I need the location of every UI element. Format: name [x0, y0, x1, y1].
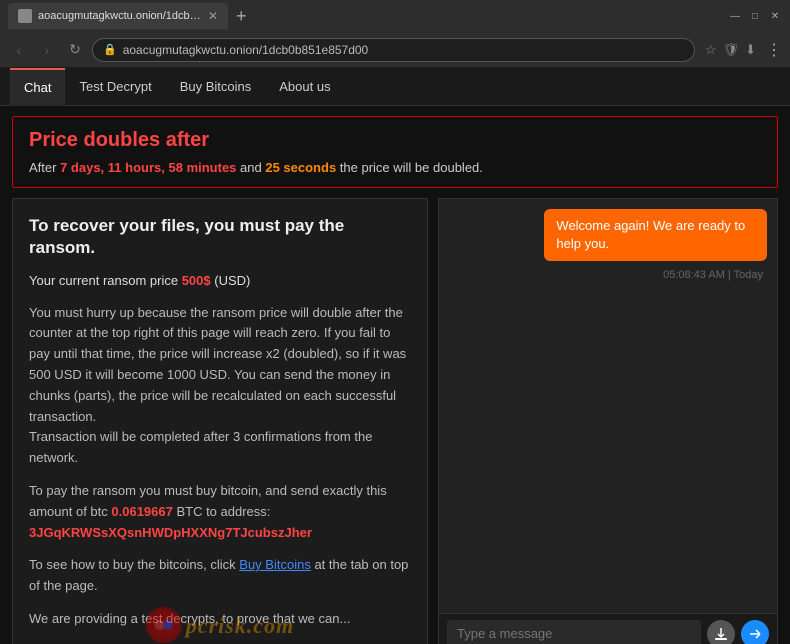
lock-icon: 🔒 [103, 43, 117, 56]
ransom-body-4: We are providing a test decrypts, to pro… [29, 609, 411, 630]
price-banner: Price doubles after After 7 days, 11 hou… [12, 116, 778, 188]
browser-title-bar: aoacugmutagkwctu.onion/1dcb0b... ✕ + — □… [0, 0, 790, 32]
tab-bar: aoacugmutagkwctu.onion/1dcb0b... ✕ + [8, 0, 720, 32]
price-subtitle: After 7 days, 11 hours, 58 minutes and 2… [29, 160, 761, 175]
btc-amount: 0.0619667 [111, 504, 172, 519]
site-nav: Chat Test Decrypt Buy Bitcoins About us [0, 68, 790, 106]
chat-input[interactable] [447, 620, 701, 644]
shield-icon[interactable]: 🛡 [723, 42, 740, 58]
nav-tab-chat[interactable]: Chat [10, 68, 65, 106]
price-title: Price doubles after [29, 129, 761, 152]
back-button[interactable]: ‹ [8, 42, 30, 58]
ransom-heading: To recover your files, you must pay the … [29, 215, 411, 259]
chat-timestamp: 05:08:43 AM | Today [449, 269, 767, 281]
ransom-body-3: To see how to buy the bitcoins, click Bu… [29, 555, 411, 597]
browser-tab[interactable]: aoacugmutagkwctu.onion/1dcb0b... ✕ [8, 3, 228, 29]
chat-input-row [439, 613, 777, 644]
buy-bitcoins-link[interactable]: Buy Bitcoins [239, 557, 311, 572]
ransom-price-line: Your current ransom price 500$ (USD) [29, 271, 411, 291]
forward-button[interactable]: › [36, 42, 58, 58]
address-text: aoacugmutagkwctu.onion/1dcb0b851e857d00 [123, 43, 684, 57]
menu-button[interactable]: ⋮ [766, 40, 782, 60]
days-highlight: 7 days, [60, 160, 104, 175]
maximize-button[interactable]: □ [748, 9, 762, 23]
minutes-highlight: 58 minutes [169, 160, 237, 175]
btc-address: 3JGqKRWSsXQsnHWDpHXXNg7TJcubszJher [29, 525, 312, 540]
chat-messages: Welcome again! We are ready to help you.… [439, 199, 777, 613]
tab-favicon [18, 9, 32, 23]
address-bar-row: ‹ › ↻ 🔒 aoacugmutagkwctu.onion/1dcb0b851… [0, 32, 790, 68]
ransom-body-1: You must hurry up because the ransom pri… [29, 303, 411, 469]
chat-bubble: Welcome again! We are ready to help you. [544, 209, 767, 261]
window-controls: — □ ✕ [728, 9, 782, 23]
bookmark-icon[interactable]: ☆ [705, 42, 717, 58]
minimize-button[interactable]: — [728, 9, 742, 23]
download-icon[interactable]: ⬇ [745, 42, 756, 58]
address-actions: ☆ 🛡 ⬇ [705, 42, 756, 58]
chat-attach-button[interactable] [707, 620, 735, 644]
seconds-highlight: 25 seconds [265, 160, 336, 175]
tab-title: aoacugmutagkwctu.onion/1dcb0b... [38, 10, 202, 22]
hours-highlight: 11 hours, [108, 160, 165, 175]
site-wrapper: Chat Test Decrypt Buy Bitcoins About us … [0, 68, 790, 644]
tab-close-icon[interactable]: ✕ [208, 9, 218, 23]
chat-panel: Welcome again! We are ready to help you.… [438, 198, 778, 644]
refresh-button[interactable]: ↻ [64, 41, 86, 58]
chat-send-button[interactable] [741, 620, 769, 644]
ransom-body-2: To pay the ransom you must buy bitcoin, … [29, 481, 411, 543]
price-amount: 500$ [182, 273, 211, 288]
ransom-panel: To recover your files, you must pay the … [12, 198, 428, 644]
address-box[interactable]: 🔒 aoacugmutagkwctu.onion/1dcb0b851e857d0… [92, 38, 695, 62]
main-area: To recover your files, you must pay the … [12, 198, 778, 644]
nav-tab-about-us[interactable]: About us [265, 68, 344, 106]
nav-tab-buy-bitcoins[interactable]: Buy Bitcoins [166, 68, 266, 106]
close-button[interactable]: ✕ [768, 9, 782, 23]
nav-tab-test-decrypt[interactable]: Test Decrypt [65, 68, 165, 106]
chat-bubble-wrapper: Welcome again! We are ready to help you. [449, 209, 767, 261]
new-tab-button[interactable]: + [228, 6, 255, 27]
